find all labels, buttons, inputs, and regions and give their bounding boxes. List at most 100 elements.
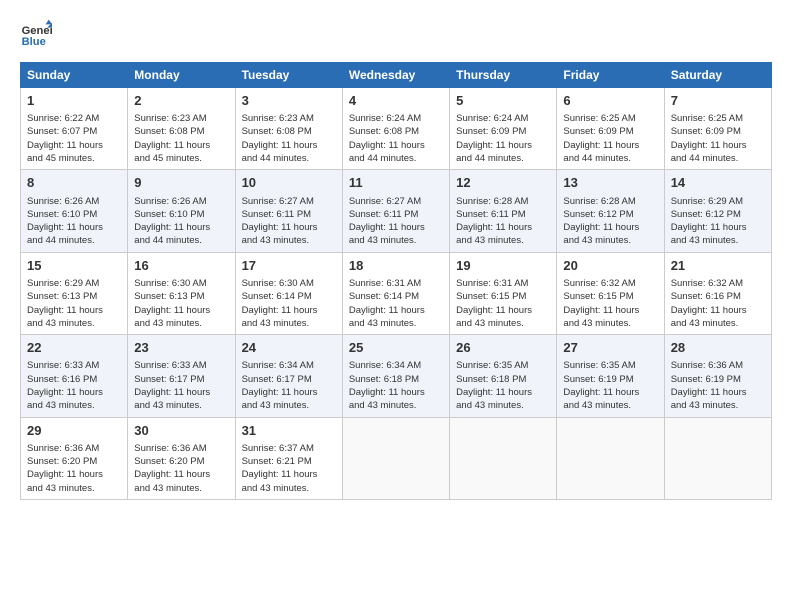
daylight: Daylight: 11 hours and 44 minutes. bbox=[456, 140, 532, 164]
day-number: 18 bbox=[349, 257, 443, 275]
day-cell: 15Sunrise: 6:29 AMSunset: 6:13 PMDayligh… bbox=[21, 252, 128, 334]
sunrise: Sunrise: 6:25 AM bbox=[671, 113, 743, 124]
sunset: Sunset: 6:07 PM bbox=[27, 126, 97, 137]
daylight: Daylight: 11 hours and 43 minutes. bbox=[27, 387, 103, 411]
daylight: Daylight: 11 hours and 43 minutes. bbox=[242, 387, 318, 411]
day-cell: 26Sunrise: 6:35 AMSunset: 6:18 PMDayligh… bbox=[450, 335, 557, 417]
sunrise: Sunrise: 6:28 AM bbox=[456, 196, 528, 207]
sunrise: Sunrise: 6:23 AM bbox=[134, 113, 206, 124]
week-row-2: 8 Sunrise: 6:26 AM Sunset: 6:10 PM Daylight… bbox=[21, 170, 772, 252]
day-number: 29 bbox=[27, 422, 121, 440]
sunset: Sunset: 6:10 PM bbox=[27, 209, 97, 220]
day-number: 8 bbox=[27, 174, 121, 192]
sunset: Sunset: 6:19 PM bbox=[563, 374, 633, 385]
day-cell bbox=[342, 417, 449, 499]
sunrise: Sunrise: 6:28 AM bbox=[563, 196, 635, 207]
sunrise: Sunrise: 6:33 AM bbox=[134, 360, 206, 371]
week-row-3: 15Sunrise: 6:29 AMSunset: 6:13 PMDayligh… bbox=[21, 252, 772, 334]
day-cell bbox=[557, 417, 664, 499]
daylight: Daylight: 11 hours and 43 minutes. bbox=[671, 222, 747, 246]
sunrise: Sunrise: 6:29 AM bbox=[671, 196, 743, 207]
sunset: Sunset: 6:08 PM bbox=[349, 126, 419, 137]
sunrise: Sunrise: 6:26 AM bbox=[27, 196, 99, 207]
col-header-friday: Friday bbox=[557, 63, 664, 88]
day-cell: 16Sunrise: 6:30 AMSunset: 6:13 PMDayligh… bbox=[128, 252, 235, 334]
daylight: Daylight: 11 hours and 43 minutes. bbox=[671, 305, 747, 329]
day-cell: 8 Sunrise: 6:26 AM Sunset: 6:10 PM Daylight… bbox=[21, 170, 128, 252]
day-number: 16 bbox=[134, 257, 228, 275]
daylight: Daylight: 11 hours and 43 minutes. bbox=[27, 469, 103, 493]
sunrise: Sunrise: 6:36 AM bbox=[134, 443, 206, 454]
calendar-page: General Blue SundayMondayTuesdayWednesda… bbox=[0, 0, 792, 612]
daylight: Daylight: 11 hours and 43 minutes. bbox=[349, 305, 425, 329]
day-cell: 10Sunrise: 6:27 AMSunset: 6:11 PMDayligh… bbox=[235, 170, 342, 252]
day-cell: 22Sunrise: 6:33 AMSunset: 6:16 PMDayligh… bbox=[21, 335, 128, 417]
day-cell: 2Sunrise: 6:23 AMSunset: 6:08 PMDaylight… bbox=[128, 88, 235, 170]
day-number: 25 bbox=[349, 339, 443, 357]
day-cell: 28Sunrise: 6:36 AMSunset: 6:19 PMDayligh… bbox=[664, 335, 771, 417]
sunset: Sunset: 6:16 PM bbox=[27, 374, 97, 385]
day-number: 3 bbox=[242, 92, 336, 110]
daylight: Daylight: 11 hours and 44 minutes. bbox=[563, 140, 639, 164]
day-number: 13 bbox=[563, 174, 657, 192]
daylight: Daylight: 11 hours and 43 minutes. bbox=[456, 305, 532, 329]
daylight: Daylight: 11 hours and 43 minutes. bbox=[563, 305, 639, 329]
sunset: Sunset: 6:21 PM bbox=[242, 456, 312, 467]
sunset: Sunset: 6:10 PM bbox=[134, 209, 204, 220]
sunrise: Sunrise: 6:26 AM bbox=[134, 196, 206, 207]
daylight: Daylight: 11 hours and 43 minutes. bbox=[242, 305, 318, 329]
sunrise: Sunrise: 6:22 AM bbox=[27, 113, 99, 124]
sunset: Sunset: 6:11 PM bbox=[242, 209, 312, 220]
daylight: Daylight: 11 hours and 44 minutes. bbox=[242, 140, 318, 164]
daylight: Daylight: 11 hours and 43 minutes. bbox=[242, 469, 318, 493]
day-number: 4 bbox=[349, 92, 443, 110]
day-cell: 23Sunrise: 6:33 AMSunset: 6:17 PMDayligh… bbox=[128, 335, 235, 417]
header-row: SundayMondayTuesdayWednesdayThursdayFrid… bbox=[21, 63, 772, 88]
day-cell: 24Sunrise: 6:34 AMSunset: 6:17 PMDayligh… bbox=[235, 335, 342, 417]
sunset: Sunset: 6:11 PM bbox=[456, 209, 526, 220]
header: General Blue bbox=[20, 18, 772, 50]
sunrise: Sunrise: 6:30 AM bbox=[242, 278, 314, 289]
day-cell: 11Sunrise: 6:27 AMSunset: 6:11 PMDayligh… bbox=[342, 170, 449, 252]
sunset: Sunset: 6:14 PM bbox=[242, 291, 312, 302]
sunset: Sunset: 6:12 PM bbox=[563, 209, 633, 220]
day-number: 17 bbox=[242, 257, 336, 275]
daylight: Daylight: 11 hours and 44 minutes. bbox=[671, 140, 747, 164]
daylight: Daylight: 11 hours and 45 minutes. bbox=[27, 140, 103, 164]
day-cell: 20Sunrise: 6:32 AMSunset: 6:15 PMDayligh… bbox=[557, 252, 664, 334]
daylight: Daylight: 11 hours and 43 minutes. bbox=[349, 387, 425, 411]
sunrise: Sunrise: 6:33 AM bbox=[27, 360, 99, 371]
day-cell: 13Sunrise: 6:28 AMSunset: 6:12 PMDayligh… bbox=[557, 170, 664, 252]
day-cell: 27Sunrise: 6:35 AMSunset: 6:19 PMDayligh… bbox=[557, 335, 664, 417]
week-row-1: 1 Sunrise: 6:22 AM Sunset: 6:07 PM Daylight… bbox=[21, 88, 772, 170]
day-number: 12 bbox=[456, 174, 550, 192]
day-number: 30 bbox=[134, 422, 228, 440]
sunrise: Sunrise: 6:36 AM bbox=[671, 360, 743, 371]
week-row-5: 29 Sunrise: 6:36 AM Sunset: 6:20 PM Dayligh… bbox=[21, 417, 772, 499]
sunrise: Sunrise: 6:36 AM bbox=[27, 443, 99, 454]
sunset: Sunset: 6:20 PM bbox=[27, 456, 97, 467]
daylight: Daylight: 11 hours and 44 minutes. bbox=[27, 222, 103, 246]
sunrise: Sunrise: 6:27 AM bbox=[349, 196, 421, 207]
sunrise: Sunrise: 6:27 AM bbox=[242, 196, 314, 207]
day-cell: 25Sunrise: 6:34 AMSunset: 6:18 PMDayligh… bbox=[342, 335, 449, 417]
sunset: Sunset: 6:15 PM bbox=[456, 291, 526, 302]
sunrise: Sunrise: 6:30 AM bbox=[134, 278, 206, 289]
sunrise: Sunrise: 6:24 AM bbox=[349, 113, 421, 124]
sunrise: Sunrise: 6:34 AM bbox=[242, 360, 314, 371]
sunset: Sunset: 6:09 PM bbox=[671, 126, 741, 137]
day-number: 5 bbox=[456, 92, 550, 110]
day-number: 26 bbox=[456, 339, 550, 357]
col-header-wednesday: Wednesday bbox=[342, 63, 449, 88]
day-number: 10 bbox=[242, 174, 336, 192]
daylight: Daylight: 11 hours and 43 minutes. bbox=[456, 387, 532, 411]
day-number: 11 bbox=[349, 174, 443, 192]
day-number: 1 bbox=[27, 92, 121, 110]
col-header-tuesday: Tuesday bbox=[235, 63, 342, 88]
day-number: 21 bbox=[671, 257, 765, 275]
day-cell: 6Sunrise: 6:25 AMSunset: 6:09 PMDaylight… bbox=[557, 88, 664, 170]
sunset: Sunset: 6:08 PM bbox=[242, 126, 312, 137]
sunset: Sunset: 6:13 PM bbox=[134, 291, 204, 302]
sunset: Sunset: 6:09 PM bbox=[563, 126, 633, 137]
day-number: 28 bbox=[671, 339, 765, 357]
